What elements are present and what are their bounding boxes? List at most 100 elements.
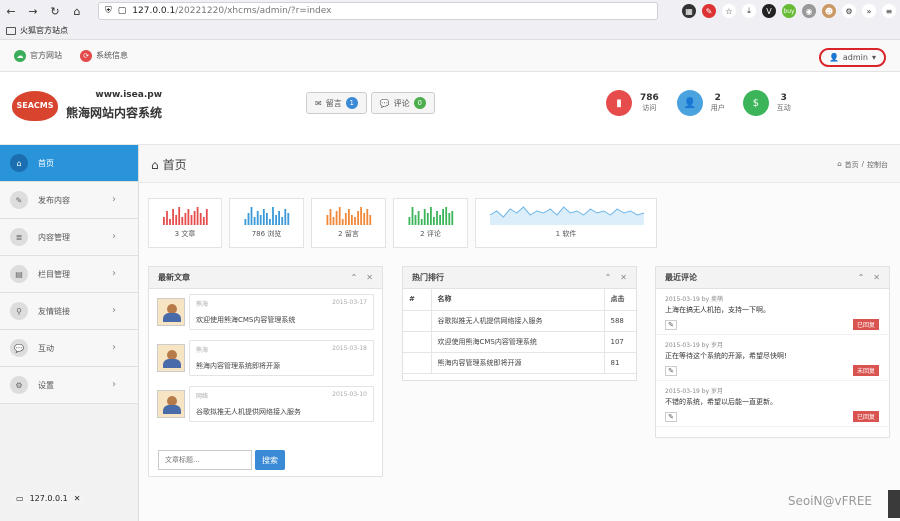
close-icon[interactable]: ✕ bbox=[366, 273, 373, 282]
sidebar: ⌂ 首页 › ✎ 发布内容 › ≣ 内容管理 › ▤ 栏目管理 › ⚲ 友情链接… bbox=[0, 145, 139, 521]
menu-icon[interactable]: ≡ bbox=[882, 4, 896, 18]
system-info-link[interactable]: ⟳ 系统信息 bbox=[80, 49, 128, 62]
spark-bar bbox=[250, 207, 253, 225]
sidebar-item-publish[interactable]: ✎ 发布内容 › bbox=[0, 182, 138, 219]
star-icon[interactable]: ☆ bbox=[722, 4, 736, 18]
spark-bar bbox=[430, 207, 432, 225]
spark-bar bbox=[436, 211, 438, 225]
edit-icon[interactable]: ✎ bbox=[665, 412, 677, 422]
reload-icon[interactable]: ↻ bbox=[48, 4, 62, 18]
envelope-icon: ✉ bbox=[315, 98, 322, 108]
collapse-icon[interactable]: ⌃ bbox=[605, 273, 612, 282]
spark-bar bbox=[278, 211, 280, 225]
mini-chart-views[interactable]: 786 浏览 bbox=[229, 198, 304, 248]
mini-chart-comments[interactable]: 2 评论 bbox=[393, 198, 468, 248]
window-icon: ▭ bbox=[16, 494, 24, 503]
sidebar-item-settings[interactable]: ⚙ 设置 › bbox=[0, 367, 138, 404]
comments-button[interactable]: 💬 评论 0 bbox=[370, 92, 435, 114]
face-extension-icon[interactable]: ☻ bbox=[822, 4, 836, 18]
mini-chart-messages[interactable]: 2 留言 bbox=[311, 198, 386, 248]
spark-bar bbox=[335, 211, 338, 225]
spark-bar bbox=[426, 213, 429, 225]
forward-icon[interactable]: → bbox=[26, 4, 40, 18]
sidebar-item-content[interactable]: ≣ 内容管理 › bbox=[0, 219, 138, 256]
sidebar-item-interaction[interactable]: 💬 互动 › bbox=[0, 330, 138, 367]
edit-icon[interactable]: ✎ bbox=[665, 366, 677, 376]
mini-chart-software[interactable]: 1 软件 bbox=[475, 198, 657, 248]
avatar-extension-icon[interactable]: ◉ bbox=[802, 4, 816, 18]
spark-bar bbox=[175, 215, 178, 225]
table-row[interactable]: 欢迎使用熊海CMS内容管理系统 107 bbox=[403, 331, 636, 353]
settings-icon[interactable]: ⚙ bbox=[842, 4, 856, 18]
spark-bar bbox=[332, 217, 335, 225]
article-item[interactable]: 熊海 2015-03-17 欢迎使用熊海CMS内容管理系统 bbox=[149, 289, 382, 335]
home-icon[interactable]: ⌂ bbox=[70, 4, 84, 18]
spark-bar bbox=[338, 207, 341, 225]
list-icon: ≣ bbox=[10, 228, 28, 246]
collapse-icon[interactable]: ⌃ bbox=[858, 273, 865, 282]
more-extensions-icon[interactable]: » bbox=[862, 4, 876, 18]
cms-topbar: ☁ 官方网站 ⟳ 系统信息 👤 admin ▾ bbox=[0, 40, 900, 72]
admin-menu[interactable]: 👤 admin ▾ bbox=[818, 48, 886, 67]
cms-header: SEACMS www.isea.pw 熊海网站内容系统 ✉ 留言 1 💬 评论 … bbox=[0, 72, 900, 145]
spark-bar bbox=[262, 209, 265, 225]
downloads-tab[interactable]: ▭ 127.0.0.1 ✕ bbox=[12, 492, 85, 505]
logo-name: 熊海网站内容系统 bbox=[66, 106, 163, 120]
spark-bar bbox=[369, 215, 372, 225]
bookmark-official[interactable]: 火狐官方站点 bbox=[20, 25, 68, 36]
table-row[interactable]: 谷歌拟推无人机提供网络接入服务 588 bbox=[403, 310, 636, 332]
article-item[interactable]: 熊海 2015-03-18 熊海内容管理系统即将开源 bbox=[149, 335, 382, 381]
folder-icon bbox=[6, 26, 16, 35]
spark-bar bbox=[360, 207, 362, 225]
spark-bar bbox=[439, 215, 441, 225]
spark-bar bbox=[169, 219, 171, 225]
home-icon: ⌂ bbox=[10, 154, 28, 172]
close-icon[interactable]: ✕ bbox=[74, 494, 81, 503]
url-bar[interactable]: ⛨ ▢ 127.0.0.1/20221220/xhcms/admin/?r=in… bbox=[98, 2, 658, 20]
comment-icon: 💬 bbox=[379, 98, 390, 108]
spark-bar bbox=[451, 211, 454, 225]
official-site-link[interactable]: ☁ 官方网站 bbox=[14, 49, 62, 62]
edit-icon[interactable]: ✎ bbox=[665, 320, 677, 330]
link-icon: ⚲ bbox=[10, 302, 28, 320]
stat-visits: ▮ 786 访问 bbox=[606, 90, 659, 116]
spark-bar bbox=[442, 209, 444, 225]
sidebar-item-columns[interactable]: ▤ 栏目管理 › bbox=[0, 256, 138, 293]
article-item[interactable]: 网络 2015-03-10 谷歌拟推无人机提供网络接入服务 bbox=[149, 381, 382, 427]
messages-button[interactable]: ✉ 留言 1 bbox=[306, 92, 367, 114]
panel-header: 最新文章 ⌃ ✕ bbox=[149, 267, 382, 289]
back-icon[interactable]: ← bbox=[4, 4, 18, 18]
logo[interactable]: SEACMS www.isea.pw 熊海网站内容系统 bbox=[12, 90, 162, 121]
mini-chart-articles[interactable]: 3 文章 bbox=[148, 198, 222, 248]
spark-bar bbox=[284, 209, 287, 225]
chat-icon: 💬 bbox=[10, 339, 28, 357]
close-icon[interactable]: ✕ bbox=[620, 273, 627, 282]
spark-bar bbox=[184, 213, 187, 225]
v-extension-icon[interactable]: V bbox=[762, 4, 776, 18]
chevron-right-icon: › bbox=[112, 194, 116, 205]
chevron-right-icon: › bbox=[112, 379, 116, 390]
status-badge: 已回复 bbox=[852, 319, 879, 330]
spark-bar bbox=[193, 211, 196, 225]
pen-icon[interactable]: ✎ bbox=[702, 4, 716, 18]
collapse-icon[interactable]: ⌃ bbox=[351, 273, 358, 282]
spark-bar bbox=[272, 207, 274, 225]
table-row[interactable]: 熊海内容管理系统即将开源 81 bbox=[403, 352, 636, 374]
sidebar-item-home[interactable]: ⌂ 首页 › bbox=[0, 145, 138, 182]
search-button[interactable]: 搜索 bbox=[255, 450, 285, 470]
spark-bar bbox=[163, 217, 165, 225]
sidebar-item-links[interactable]: ⚲ 友情链接 › bbox=[0, 293, 138, 330]
spark-bar bbox=[205, 209, 208, 225]
close-icon[interactable]: ✕ bbox=[873, 273, 880, 282]
chevron-right-icon: › bbox=[112, 231, 116, 242]
spark-bar bbox=[344, 213, 347, 225]
article-search-input[interactable] bbox=[158, 450, 252, 470]
spark-bar bbox=[329, 209, 332, 225]
buy-extension-icon[interactable]: buy bbox=[782, 4, 796, 18]
breadcrumb-home[interactable]: 首页 bbox=[845, 160, 859, 170]
spark-bar bbox=[266, 213, 268, 225]
panel-header: 最近评论 ⌃ ✕ bbox=[656, 267, 889, 289]
money-icon: $ bbox=[742, 90, 769, 116]
qr-icon[interactable]: ▦ bbox=[682, 4, 696, 18]
download-icon[interactable]: ⤓ bbox=[742, 4, 756, 18]
